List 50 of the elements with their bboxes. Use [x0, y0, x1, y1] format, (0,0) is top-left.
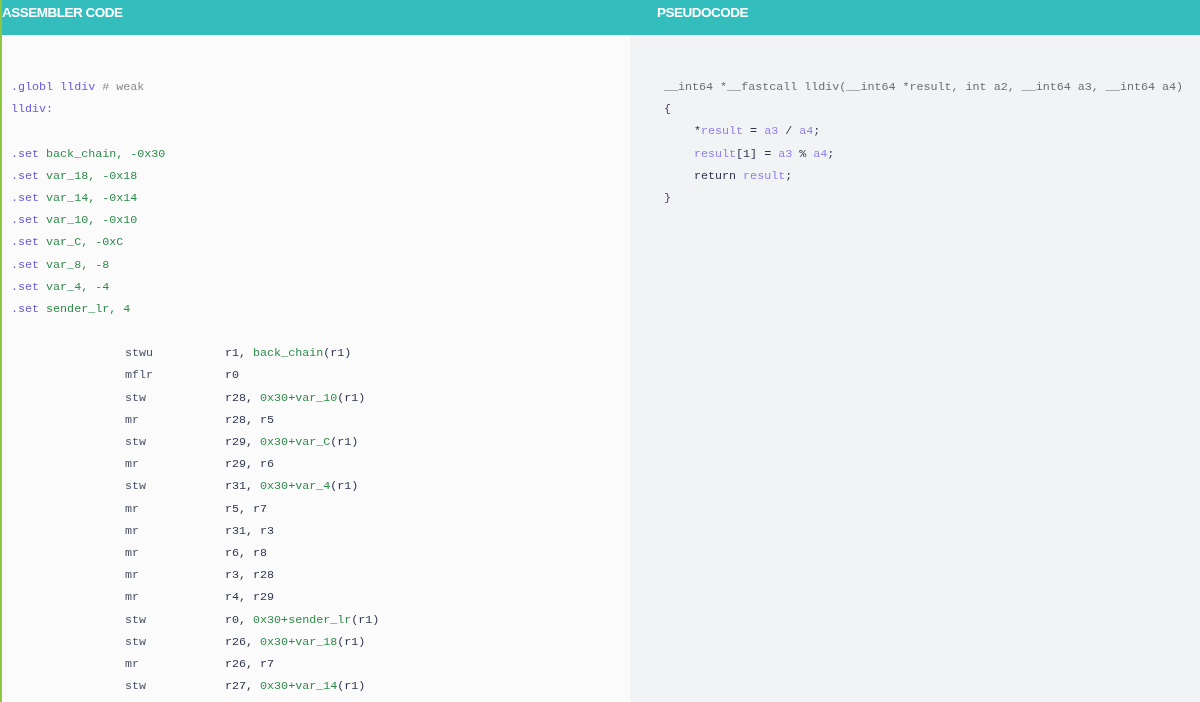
code-line: .set sender_lr, 4	[11, 300, 132, 318]
mnemonic: mr	[125, 411, 141, 429]
operands: r29, r6	[225, 456, 275, 474]
mnemonic: mr	[125, 655, 141, 673]
code-line: }	[664, 189, 671, 207]
mnemonic: stw	[125, 611, 148, 629]
operands: r31, 0x30+var_4(r1)	[225, 478, 359, 496]
operands: r31, r3	[225, 522, 275, 540]
mnemonic: stw	[125, 678, 148, 696]
operands: r1, back_chain(r1)	[225, 345, 352, 363]
mnemonic: stw	[125, 478, 148, 496]
mnemonic: mr	[125, 544, 141, 562]
operands: r0, 0x30+sender_lr(r1)	[225, 611, 380, 629]
operands: r26, 0x30+var_18(r1)	[225, 633, 366, 651]
code-line: .set var_C, -0xC	[11, 234, 125, 252]
operands: r0	[225, 367, 240, 385]
code-line: .set back_chain, -0x30	[11, 145, 167, 163]
code-line: {	[664, 101, 671, 119]
operands: r28, 0x30+var_10(r1)	[225, 389, 366, 407]
panel-title: PSEUDOCODE	[657, 5, 749, 20]
code-line: .set var_10, -0x10	[11, 212, 139, 230]
code-line: *result = a3 / a4;	[693, 123, 821, 141]
code-line: .set var_4, -4	[11, 278, 111, 296]
operands: r5, r7	[225, 500, 268, 518]
mnemonic: stw	[125, 434, 148, 451]
operands: r28, r5	[225, 411, 275, 429]
mnemonic: mr	[125, 500, 141, 518]
mnemonic: mflr	[125, 367, 155, 385]
operands: r6, r8	[225, 544, 268, 562]
code-line: __int64 *__fastcall lldiv(__int64 *result, int a2, __int64 a3, __int64 a4)	[664, 79, 1183, 96]
mnemonic: mr	[125, 567, 141, 585]
mnemonic: stw	[125, 633, 148, 651]
code-line: .set var_8, -8	[11, 256, 111, 274]
operands: r26, r7	[225, 655, 275, 673]
operands: r4, r29	[225, 589, 275, 607]
code-line: return result;	[693, 167, 793, 185]
panel-title: ASSEMBLER CODE	[2, 5, 123, 20]
mnemonic: mr	[125, 456, 141, 474]
operands: r29, 0x30+var_C(r1)	[225, 434, 359, 451]
code-line: .set var_14, -0x14	[11, 189, 139, 207]
mnemonic: stw	[125, 389, 148, 407]
code-line: result[1] = a3 % a4;	[693, 145, 835, 163]
mnemonic: mr	[125, 522, 141, 540]
code-line: .globl lldiv # weak	[11, 79, 146, 96]
code-line: .set var_18, -0x18	[11, 167, 139, 185]
mnemonic: stwu	[125, 345, 155, 363]
operands: r27, 0x30+var_14(r1)	[225, 678, 366, 696]
code-line: lldiv:	[11, 101, 55, 119]
operands: r3, r28	[225, 567, 275, 585]
mnemonic: mr	[125, 589, 141, 607]
